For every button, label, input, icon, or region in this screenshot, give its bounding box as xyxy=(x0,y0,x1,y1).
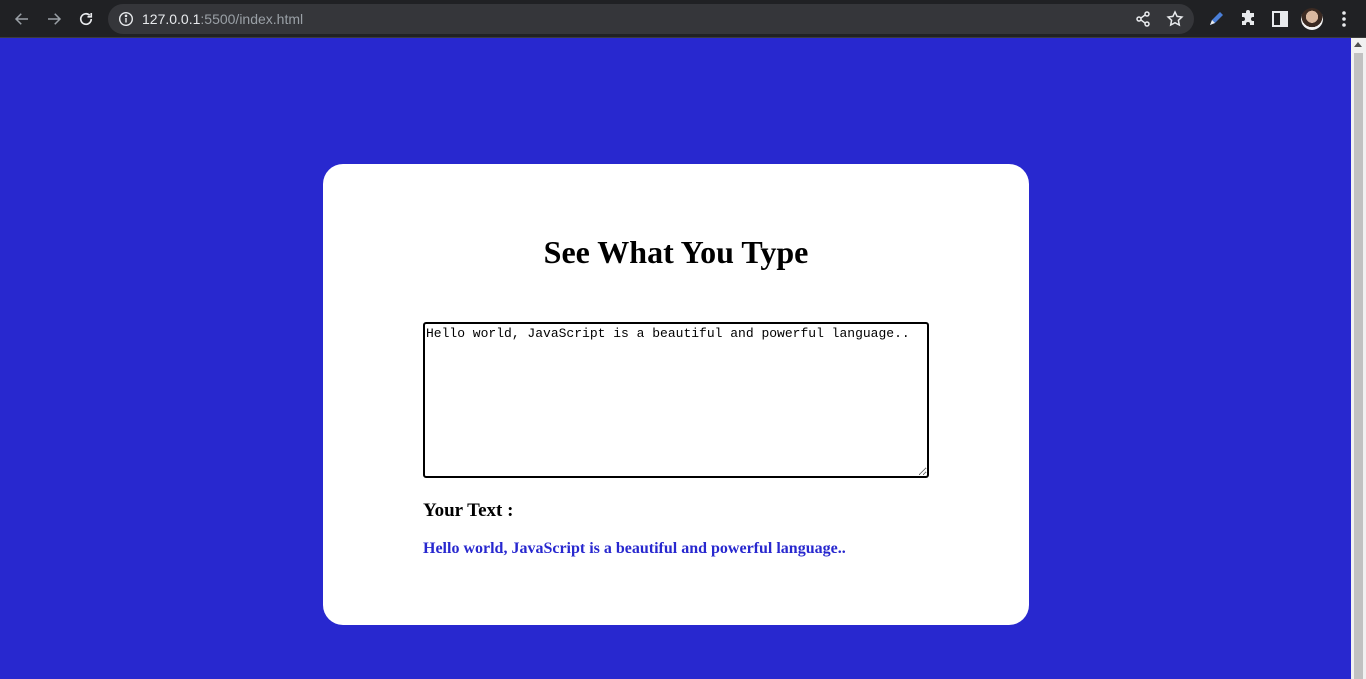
scrollbar-thumb[interactable] xyxy=(1354,53,1363,679)
address-bar[interactable]: 127.0.0.1:5500/index.html xyxy=(108,4,1194,34)
text-input[interactable] xyxy=(423,322,929,478)
share-icon[interactable] xyxy=(1134,10,1152,28)
forward-arrow-icon[interactable] xyxy=(42,7,66,31)
bookmark-star-icon[interactable] xyxy=(1166,10,1184,28)
pen-extension-icon[interactable] xyxy=(1206,9,1226,29)
extensions-puzzle-icon[interactable] xyxy=(1238,9,1258,29)
url-path: :5500/index.html xyxy=(200,11,304,27)
vertical-scrollbar[interactable] xyxy=(1351,38,1366,679)
scroll-up-arrow-icon[interactable] xyxy=(1354,42,1362,47)
side-panel-icon[interactable] xyxy=(1270,9,1290,29)
url-text: 127.0.0.1:5500/index.html xyxy=(142,11,303,27)
browser-toolbar: 127.0.0.1:5500/index.html xyxy=(0,0,1366,38)
main-card: See What You Type Your Text : Hello worl… xyxy=(323,164,1029,625)
page-title: See What You Type xyxy=(543,234,809,270)
url-host: 127.0.0.1 xyxy=(142,11,201,27)
back-arrow-icon[interactable] xyxy=(10,7,34,31)
site-info-icon[interactable] xyxy=(118,11,134,27)
page-viewport: See What You Type Your Text : Hello worl… xyxy=(0,38,1351,679)
profile-avatar[interactable] xyxy=(1301,8,1323,30)
more-menu-icon[interactable] xyxy=(1334,9,1354,29)
reload-icon[interactable] xyxy=(74,7,98,31)
output-text: Hello world, JavaScript is a beautiful a… xyxy=(423,540,846,557)
your-text-label: Your Text : xyxy=(423,500,514,521)
